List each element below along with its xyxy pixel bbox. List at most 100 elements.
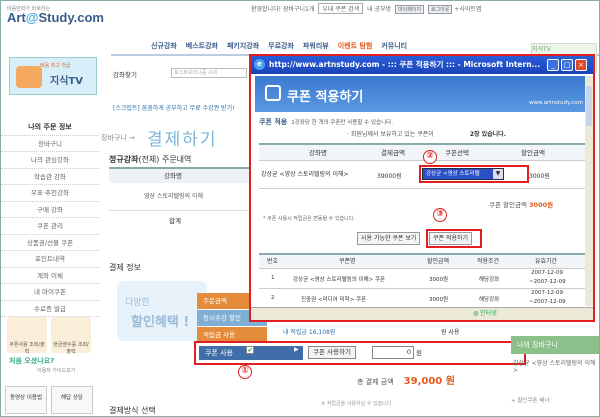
sidebar-item-gift[interactable]: 상품권/선물 쿠폰: [1, 235, 99, 251]
popup-title: http://www.artnstudy.com - ::: 쿠폰 적용하기 :…: [269, 60, 541, 69]
maximize-icon[interactable]: □: [561, 59, 573, 71]
coupon-discount-total: 쿠폰 할인금액 3000원: [489, 201, 554, 209]
minimize-icon[interactable]: _: [547, 59, 559, 71]
close-icon[interactable]: ×: [575, 59, 587, 71]
coupon-select-header: 강좌명 결제금액 쿠폰선택 할인금액: [259, 145, 585, 161]
internet-zone: ◍ 인터넷: [473, 310, 497, 317]
coupon-lookup-icon[interactable]: 쿠폰사용 조회/출력: [7, 317, 47, 355]
sidebar-item-mycoupon[interactable]: 내 마이쿠폰: [1, 284, 99, 301]
coupon-use-checkbox[interactable]: ✔: [246, 346, 254, 354]
coupon-popup-window: e http://www.artnstudy.com - ::: 쿠폰 적용하기…: [249, 54, 595, 322]
coupon-count-text: · 회원님께서 보유하고 있는 쿠폰이 2장 있습니다.: [347, 131, 506, 138]
coupon-icon: [265, 85, 281, 101]
site-logo[interactable]: Art@Study.com: [7, 10, 104, 25]
step-marker-1: ①: [238, 365, 252, 379]
coupon-use-row: 쿠폰 사용 ✔ ▶ 쿠폰 사용하기 0 원: [194, 341, 526, 365]
sidebar-item-cart[interactable]: 장바구니: [1, 136, 99, 152]
logout-button[interactable]: 로그아웃: [428, 5, 453, 14]
ie-icon: e: [254, 59, 265, 70]
nav-item-review[interactable]: 파워리뷰: [303, 42, 329, 50]
nav-item-package[interactable]: 패키지강좌: [227, 42, 259, 50]
row-amount: 3000원: [429, 277, 449, 283]
page-frame: 마음만화가 바로하는 Art@Study.com 환영합니다! 장바구니1개 우…: [0, 0, 600, 417]
nav-item-free[interactable]: 무료강좌: [268, 42, 294, 50]
col-no: 번호: [267, 258, 279, 265]
row-coupon-name: 진중권 <미디어 미학> 쿠폰: [301, 297, 367, 303]
row-date-start: 2007-12-09: [531, 270, 563, 276]
sidebar-item-recommend[interactable]: 우표·추천강좌: [1, 185, 99, 202]
coupon-amount-input[interactable]: 0: [372, 346, 414, 359]
row-price: 39000원: [377, 173, 402, 180]
consult-button[interactable]: 해답 상담: [51, 386, 93, 414]
breadcrumb[interactable]: 장바구니 →: [101, 133, 135, 143]
bottom-links: 동영상 이용법 해답 상담: [5, 386, 97, 414]
coupon-list-row[interactable]: 1 강상균 <영상 스토리텔링의 이해> 쿠폰 3000원 해당강좌 2007-…: [259, 269, 585, 289]
scrollbar-thumb[interactable]: [586, 86, 592, 126]
coupon-note: * 쿠폰 사용시 적립금은 변동될 수 있습니다.: [263, 216, 355, 222]
tv-banner-sub: 배움 최고 학급: [40, 63, 71, 69]
nav-item-best[interactable]: 베스트강좌: [186, 42, 218, 50]
top-utility-bar: 환영합니다! 장바구니1개 우대 쿠폰 검색 내 공부방 마이페이지 로그아웃 …: [251, 3, 481, 14]
sidebar-heading: 나의 주문 정보: [1, 119, 99, 136]
sidebar-item-transfer[interactable]: 계좌 이체: [1, 268, 99, 284]
footnote: ※ 적립금을 사용하실 수 있습니다: [321, 401, 392, 407]
step-marker-2: ②: [423, 150, 437, 164]
video-guide-button[interactable]: 동영상 이용법: [5, 386, 47, 414]
tv-icon: [16, 66, 42, 88]
coupon-select-table: 강좌명 결제금액 쿠폰선택 할인금액 강상균 <영상 스토리텔링의 이해> 39…: [259, 143, 585, 189]
method-section-title: 결제방식 선택: [109, 406, 156, 415]
coupon-list-table: 번호 쿠폰명 할인금액 적용조건 유효기간 1 강상균 <영상 스토리텔링의 이…: [259, 253, 585, 309]
col-coupon: 쿠폰선택: [445, 149, 469, 157]
mypage-button[interactable]: 마이페이지: [395, 5, 425, 14]
greeting-text: 환영합니다!: [251, 6, 282, 13]
promo-line2: 할인혜택 !: [131, 315, 190, 330]
my-study-link[interactable]: 내 공부방: [367, 6, 391, 13]
sidebar-item-purchased[interactable]: 구매 강좌: [1, 202, 99, 218]
cart-count[interactable]: 장바구니1개: [283, 6, 314, 13]
page-title: 결제하기: [147, 130, 218, 150]
popup-titlebar[interactable]: e http://www.artnstudy.com - ::: 쿠폰 적용하기…: [251, 56, 593, 74]
left-sidebar: 나의 주문 정보 장바구니 나의 관심강좌 학습관 강좌 우표·추천강좌 구매 …: [1, 119, 99, 317]
dropdown-highlight: [419, 165, 529, 183]
lecture-search-label: 강좌찾기: [113, 71, 137, 79]
col-price: 결제금액: [381, 149, 405, 157]
view-coupons-button[interactable]: 사용 가능한 쿠폰 보기: [357, 232, 421, 245]
order-table-header: 강좌명: [109, 167, 249, 183]
tv-banner[interactable]: 배움 최고 학급 지식TV: [9, 57, 97, 95]
sidebar-quicklinks: 쿠폰사용 조회/출력현금영수증 조회/출력: [5, 317, 97, 355]
col-lecture: 강좌명: [309, 149, 327, 157]
right-bottom-link[interactable]: + 할인쿠폰 배너: [511, 396, 549, 404]
nav-item-community[interactable]: 커뮤니티: [381, 42, 407, 50]
sidebar-item-coupons[interactable]: 쿠폰 관리: [1, 218, 99, 235]
discount-promo: 다양한 할인혜택 !: [117, 281, 207, 341]
coupon-list-header: 번호 쿠폰명 할인금액 적용조건 유효기간: [259, 255, 585, 269]
sidebar-item-learning[interactable]: 학습관 강좌: [1, 169, 99, 185]
col-validity: 유효기간: [535, 258, 558, 265]
row-date-start: 2007-12-09: [531, 290, 563, 296]
sidebar-item-interest[interactable]: 나의 관심강좌: [1, 152, 99, 169]
arrow-right-icon: ▶: [294, 346, 299, 353]
row-coupon-name: 강상균 <영상 스토리텔링의 이해> 쿠폰: [293, 277, 386, 283]
lecture-search-input[interactable]: 포스트모더니즘 시대: [171, 68, 247, 78]
notice-link[interactable]: [스크립트] 꼼꼼하게 공부하고 무료 수강권 받기!: [113, 103, 235, 112]
sidebar-item-points[interactable]: 포인트내역: [1, 251, 99, 268]
cart-item[interactable]: 강상균 <영상 스토리텔링의 이해>: [513, 358, 599, 374]
main-nav: 신규강좌 베스트강좌 패키지강좌 무료강좌 파워리뷰 이벤트 탐험 커뮤니티: [151, 41, 416, 51]
apply-coupon-button[interactable]: 쿠폰 적용하기: [429, 232, 473, 245]
row-date-end: ~2007-12-09: [529, 279, 566, 285]
sitemap-link[interactable]: +사이트맵: [454, 6, 481, 13]
receipt-lookup-icon[interactable]: 현금영수증 조회/출력: [51, 317, 91, 355]
sidebar-item-certificate[interactable]: 수료증 발급: [1, 301, 99, 317]
first-time-link[interactable]: 처음 오셨나요?: [9, 356, 54, 366]
top-search-select[interactable]: 우대 쿠폰 검색: [318, 3, 364, 14]
coupon-apply-heading: 쿠폰 적용 1강좌당 한 개의 쿠폰만 사용할 수 있습니다.: [259, 118, 393, 126]
popup-scrollbar[interactable]: [585, 76, 593, 306]
coupon-won-unit: 원: [416, 349, 422, 357]
row-date-end: ~2007-12-09: [529, 299, 566, 305]
use-coupon-button[interactable]: 쿠폰 사용하기: [308, 346, 356, 359]
nav-item-new[interactable]: 신규강좌: [151, 42, 177, 50]
nav-item-event[interactable]: 이벤트 탐험: [338, 42, 373, 50]
total-amount: 총 결제 금액 39,000 원: [357, 376, 455, 387]
points-use-label: 원 사용: [441, 329, 460, 336]
coupon-list-row[interactable]: 2 진중권 <미디어 미학> 쿠폰 3000원 해당강좌 2007-12-09 …: [259, 289, 585, 309]
